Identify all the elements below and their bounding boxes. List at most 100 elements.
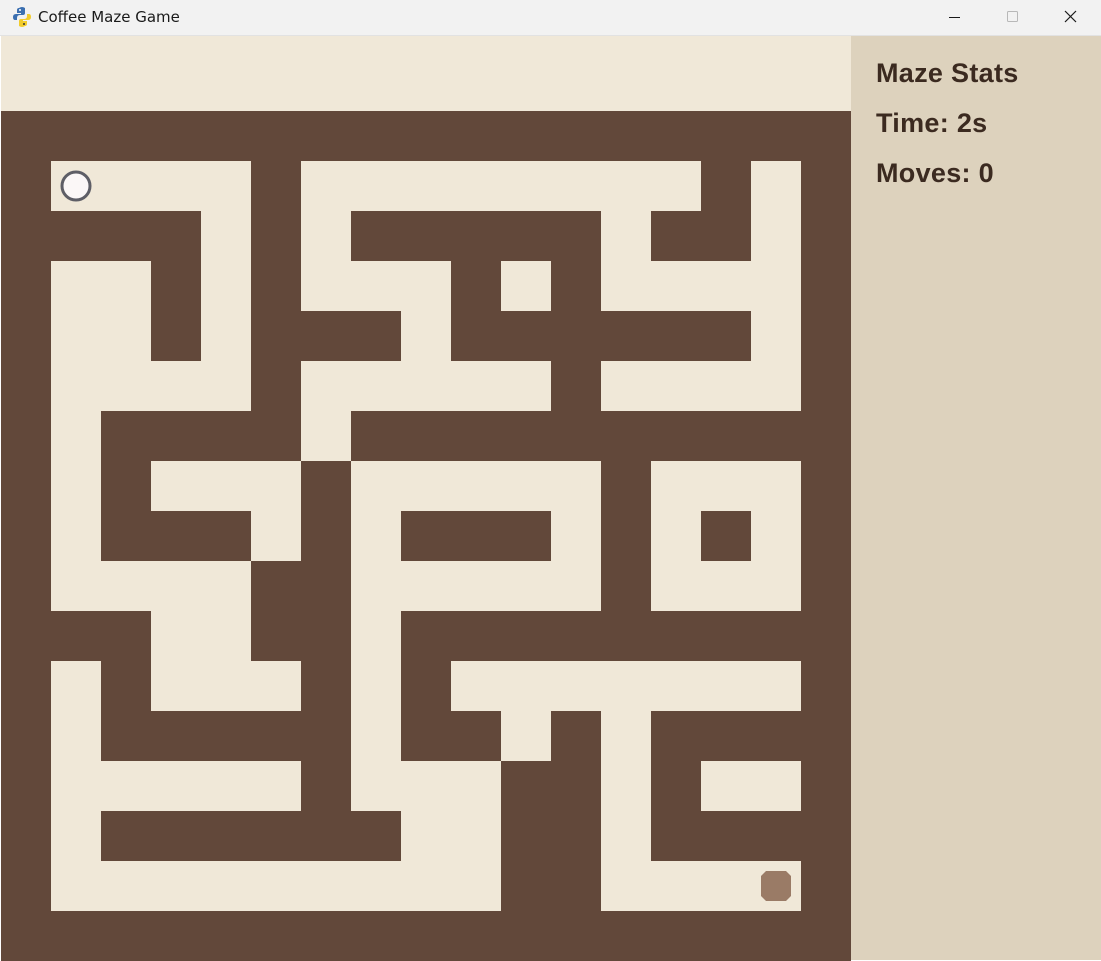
maze-wall-cell (151, 261, 201, 311)
maze-wall-cell (551, 811, 601, 861)
maze-wall-cell (501, 311, 551, 361)
maze-wall-cell (801, 261, 851, 311)
maze-wall-cell (151, 711, 201, 761)
maze-wall-cell (551, 411, 601, 461)
maze-wall-cell (501, 911, 551, 961)
maze-wall-cell (701, 411, 751, 461)
maze-wall-cell (551, 311, 601, 361)
maze-wall-cell (501, 811, 551, 861)
maze-wall-cell (1, 211, 51, 261)
maze-wall-cell (551, 911, 601, 961)
maze-wall-cell (351, 311, 401, 361)
maze-wall-cell (151, 311, 201, 361)
title-bar: Coffee Maze Game (0, 0, 1101, 36)
maze-wall-cell (301, 711, 351, 761)
maze-wall-cell (401, 711, 451, 761)
maze-wall-cell (801, 561, 851, 611)
maze-wall-cell (451, 711, 501, 761)
maze-wall-cell (501, 861, 551, 911)
maze-wall-cell (251, 711, 301, 761)
maze-wall-cell (401, 411, 451, 461)
maze-wall-cell (801, 361, 851, 411)
maze-wall-cell (701, 611, 751, 661)
maze-wall-cell (151, 211, 201, 261)
maze-wall-cell (151, 511, 201, 561)
maze-wall-cell (301, 561, 351, 611)
maze-wall-cell (101, 111, 151, 161)
maze-wall-cell (351, 411, 401, 461)
maze-wall-cell (101, 911, 151, 961)
maze-wall-cell (301, 911, 351, 961)
maze-wall-cell (801, 661, 851, 711)
maze-wall-cell (1, 411, 51, 461)
maze-wall-cell (451, 911, 501, 961)
maze-wall-cell (651, 761, 701, 811)
minimize-icon (949, 17, 960, 18)
maze-wall-cell (651, 611, 701, 661)
maze-wall-cell (501, 761, 551, 811)
maze-wall-cell (301, 611, 351, 661)
maze-wall-cell (151, 811, 201, 861)
maze-wall-cell (1, 611, 51, 661)
stats-title: Maze Stats (876, 58, 1019, 88)
maze-wall-cell (101, 511, 151, 561)
maximize-icon (1007, 11, 1018, 22)
maze-wall-cell (701, 311, 751, 361)
maze-wall-cell (451, 611, 501, 661)
maze-wall-cell (401, 211, 451, 261)
maze-wall-cell (401, 611, 451, 661)
maze-wall-cell (751, 611, 801, 661)
maze-wall-cell (801, 861, 851, 911)
maze-wall-cell (301, 111, 351, 161)
maze-wall-cell (301, 811, 351, 861)
maze-wall-cell (1, 761, 51, 811)
maze-wall-cell (501, 111, 551, 161)
maze-wall-cell (151, 911, 201, 961)
maze-wall-cell (601, 561, 651, 611)
maze-wall-cell (251, 411, 301, 461)
maze-wall-cell (351, 211, 401, 261)
maze-wall-cell (701, 511, 751, 561)
maze-wall-cell (401, 511, 451, 561)
maze-wall-cell (451, 311, 501, 361)
maze-wall-cell (801, 761, 851, 811)
maze-wall-cell (401, 911, 451, 961)
maze-wall-cell (51, 611, 101, 661)
maze-wall-cell (101, 461, 151, 511)
close-icon (1064, 10, 1077, 23)
maze-wall-cell (751, 911, 801, 961)
maze-wall-cell (701, 811, 751, 861)
maze-wall-cell (601, 611, 651, 661)
maze-wall-cell (801, 711, 851, 761)
maze-wall-cell (401, 111, 451, 161)
maze-wall-cell (551, 111, 601, 161)
maze-wall-cell (601, 311, 651, 361)
maze-wall-cell (551, 611, 601, 661)
maze-wall-cell (51, 111, 101, 161)
maze-wall-cell (1, 161, 51, 211)
maze-wall-cell (151, 411, 201, 461)
maze-wall-cell (1, 661, 51, 711)
maze-wall-cell (101, 711, 151, 761)
maze-wall-cell (201, 711, 251, 761)
maze-wall-cell (301, 311, 351, 361)
maze-wall-cell (451, 261, 501, 311)
maze-wall-cell (801, 311, 851, 361)
maze-wall-cell (651, 211, 701, 261)
maze-wall-cell (601, 111, 651, 161)
maze-wall-cell (801, 911, 851, 961)
maze-wall-cell (601, 511, 651, 561)
moves-counter: Moves: 0 (876, 158, 994, 188)
game-canvas[interactable] (1, 36, 851, 961)
maze-wall-cell (201, 811, 251, 861)
maze-grid (1, 111, 851, 961)
maze-wall-cell (201, 411, 251, 461)
maze-wall-cell (1, 561, 51, 611)
maze-wall-cell (251, 911, 301, 961)
maze-wall-cell (201, 911, 251, 961)
maximize-button[interactable] (983, 0, 1041, 36)
maze-wall-cell (251, 811, 301, 861)
minimize-button[interactable] (925, 0, 983, 36)
close-button[interactable] (1041, 0, 1099, 36)
maze-wall-cell (251, 361, 301, 411)
